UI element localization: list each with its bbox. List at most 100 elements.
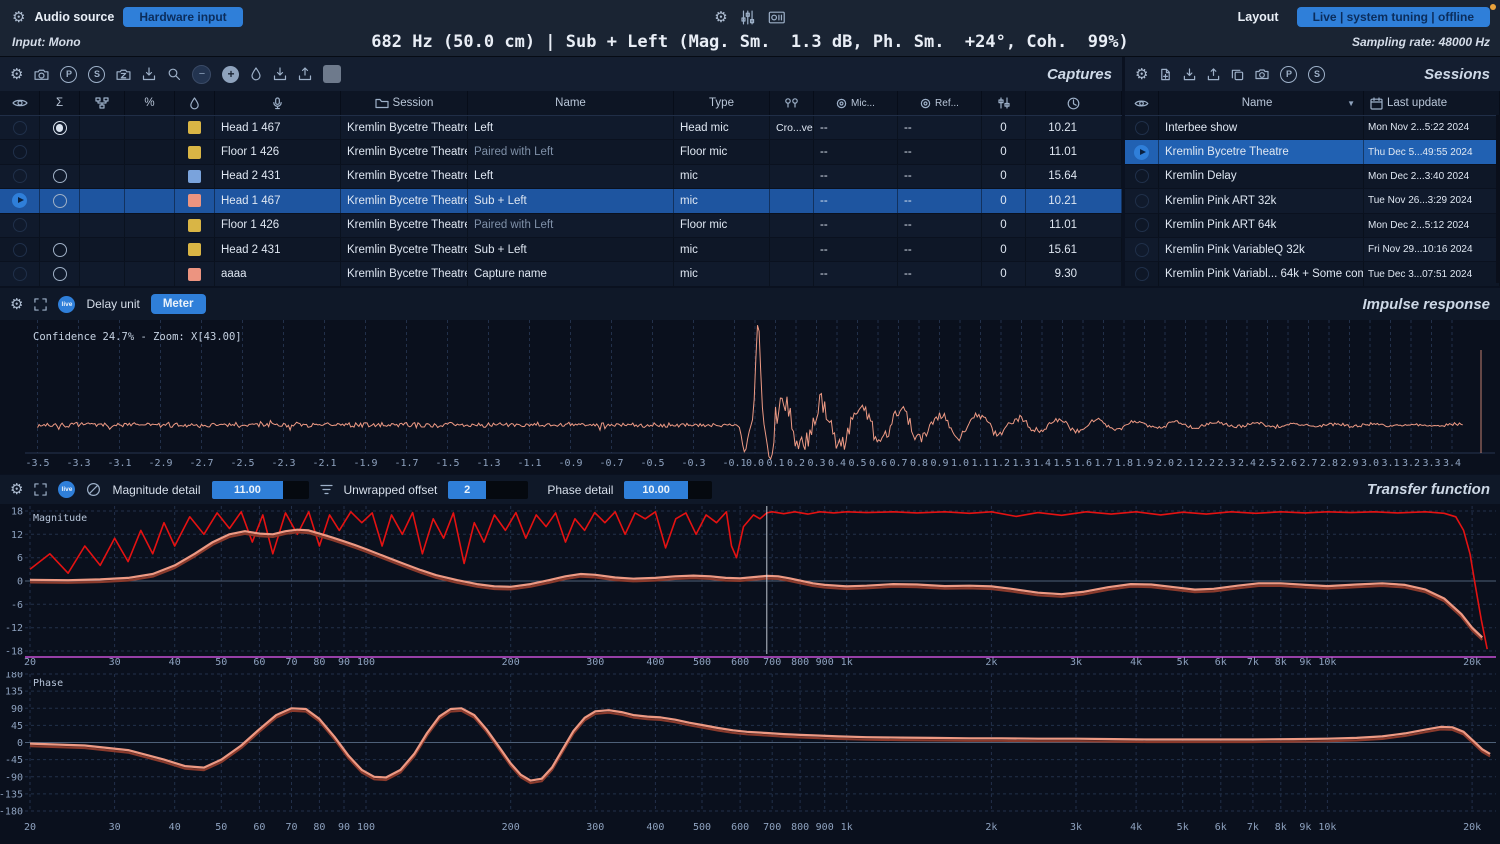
session-row[interactable]: Kremlin Pink Variabl... 64k + Some comme…: [1125, 262, 1500, 286]
col-routing-header[interactable]: [80, 91, 125, 115]
reference-radio[interactable]: [53, 194, 67, 208]
polarity-icon[interactable]: [86, 482, 101, 497]
col-name-header[interactable]: Name: [468, 91, 674, 115]
visibility-toggle[interactable]: [13, 243, 27, 257]
meter-button[interactable]: Meter: [151, 294, 206, 314]
capture-row[interactable]: Floor 1 426Kremlin Bycetre TheatrePaired…: [0, 214, 1122, 238]
export-session-icon[interactable]: [1207, 68, 1220, 81]
capture-row[interactable]: Head 1 467Kremlin Bycetre TheatreSub + L…: [0, 189, 1122, 213]
col-visible-header[interactable]: [0, 91, 40, 115]
export-icon[interactable]: [298, 67, 312, 81]
capture-row[interactable]: Head 1 467Kremlin Bycetre TheatreLeftHea…: [0, 116, 1122, 140]
reference-radio[interactable]: [53, 243, 67, 257]
session-row[interactable]: Kremlin Pink ART 32kTue Nov 26...3:29 20…: [1125, 189, 1500, 213]
capture-color-swatch[interactable]: [188, 170, 201, 183]
settings-gear-icon[interactable]: ⚙: [12, 10, 25, 25]
reference-radio[interactable]: [53, 267, 67, 281]
filter-lines-icon[interactable]: [320, 484, 333, 495]
col-color-header[interactable]: [175, 91, 215, 115]
camera-icon[interactable]: [34, 68, 49, 81]
magnitude-detail-input[interactable]: 11.00: [212, 481, 309, 499]
visibility-toggle[interactable]: [1135, 194, 1149, 208]
add-capture-icon[interactable]: +: [222, 66, 239, 83]
col-gain-header[interactable]: [982, 91, 1026, 115]
col-time-header[interactable]: [1026, 91, 1122, 115]
phase-chart[interactable]: 18013590450-45-90-135-180203040506070809…: [0, 672, 1500, 844]
sessions-settings-icon[interactable]: ⚙: [1135, 67, 1148, 82]
stop-circle-icon[interactable]: S: [1308, 66, 1325, 83]
col-type-header[interactable]: Type: [674, 91, 770, 115]
zoom-icon[interactable]: [167, 67, 181, 81]
stop-circle-icon[interactable]: S: [88, 66, 105, 83]
phase-detail-input[interactable]: 10.00: [624, 481, 712, 499]
save-icon[interactable]: [142, 67, 156, 81]
capture-color-swatch[interactable]: [188, 243, 201, 256]
session-row[interactable]: Interbee showMon Nov 2...5:22 2024: [1125, 116, 1500, 140]
visibility-toggle[interactable]: [1135, 169, 1149, 183]
global-settings-icon[interactable]: ⚙: [714, 10, 727, 25]
col-ref-header[interactable]: Ref...: [898, 91, 982, 115]
visibility-toggle[interactable]: [13, 145, 27, 159]
col-device-header[interactable]: [215, 91, 341, 115]
capture-color-swatch[interactable]: [188, 194, 201, 207]
remove-capture-icon[interactable]: −: [192, 65, 211, 84]
live-toggle[interactable]: live: [58, 296, 75, 313]
session-row[interactable]: Kremlin Pink ART 64kMon Dec 2...5:12 202…: [1125, 214, 1500, 238]
col-sum-header[interactable]: Σ: [40, 91, 80, 115]
impulse-chart[interactable]: -3.5-3.3-3.1-2.9-2.7-2.5-2.3-2.1-1.9-1.7…: [0, 320, 1500, 474]
session-row[interactable]: Kremlin Pink VariableQ 32kFri Nov 29...1…: [1125, 238, 1500, 262]
duplicate-session-icon[interactable]: [1231, 68, 1244, 81]
active-color-swatch[interactable]: [323, 65, 341, 83]
capture-color-swatch[interactable]: [188, 219, 201, 232]
fullscreen-icon[interactable]: [34, 483, 47, 496]
average-capture-icon[interactable]: [116, 68, 131, 81]
capture-row[interactable]: aaaaKremlin Bycetre TheatreCapture namem…: [0, 262, 1122, 286]
visibility-toggle[interactable]: [1135, 218, 1149, 232]
capture-row[interactable]: Head 2 431Kremlin Bycetre TheatreLeftmic…: [0, 165, 1122, 189]
import-icon[interactable]: [273, 67, 287, 81]
col-calibration-header[interactable]: [770, 91, 814, 115]
captures-settings-icon[interactable]: ⚙: [10, 67, 23, 82]
visibility-toggle[interactable]: [13, 218, 27, 232]
reference-radio[interactable]: [53, 121, 67, 135]
io-panel-icon[interactable]: [769, 11, 786, 24]
capture-color-swatch[interactable]: [188, 121, 201, 134]
visibility-toggle[interactable]: [13, 121, 27, 135]
visibility-toggle[interactable]: [13, 267, 27, 281]
mode-button[interactable]: Live | system tuning | offline: [1297, 7, 1490, 27]
levels-sliders-icon[interactable]: [741, 10, 756, 25]
reference-radio[interactable]: [53, 169, 67, 183]
magnitude-chart[interactable]: 181260-6-12-1820304050607080901002003004…: [0, 504, 1500, 672]
pause-circle-icon[interactable]: P: [1280, 66, 1297, 83]
col-mic-header[interactable]: Mic...: [814, 91, 898, 115]
layout-label[interactable]: Layout: [1238, 10, 1279, 24]
play-icon[interactable]: [12, 193, 27, 208]
paint-drop-icon[interactable]: [250, 67, 262, 81]
transfer-settings-icon[interactable]: ⚙: [10, 482, 23, 497]
visibility-toggle[interactable]: [1135, 267, 1149, 281]
col-percent-header[interactable]: %: [125, 91, 175, 115]
camera-icon[interactable]: [1255, 68, 1269, 80]
play-icon[interactable]: [1134, 145, 1149, 160]
capture-color-swatch[interactable]: [188, 268, 201, 281]
col-last-update-header[interactable]: Last update: [1364, 91, 1500, 115]
capture-color-swatch[interactable]: [188, 146, 201, 159]
pause-circle-icon[interactable]: P: [60, 66, 77, 83]
hardware-input-button[interactable]: Hardware input: [123, 7, 242, 27]
impulse-settings-icon[interactable]: ⚙: [10, 297, 23, 312]
visibility-toggle[interactable]: [1135, 121, 1149, 135]
sessions-scrollbar[interactable]: [1496, 115, 1500, 283]
capture-row[interactable]: Floor 1 426Kremlin Bycetre TheatrePaired…: [0, 140, 1122, 164]
col-session-header[interactable]: Session: [341, 91, 468, 115]
col-visible-header[interactable]: [1125, 91, 1159, 115]
visibility-toggle[interactable]: [13, 169, 27, 183]
new-session-icon[interactable]: [1159, 68, 1172, 81]
unwrapped-offset-input[interactable]: 2: [448, 481, 528, 499]
import-session-icon[interactable]: [1183, 68, 1196, 81]
session-row[interactable]: Kremlin DelayMon Dec 2...3:40 2024: [1125, 165, 1500, 189]
session-row[interactable]: Kremlin Bycetre TheatreThu Dec 5...49:55…: [1125, 140, 1500, 164]
live-toggle[interactable]: live: [58, 481, 75, 498]
capture-row[interactable]: Head 2 431Kremlin Bycetre TheatreSub + L…: [0, 238, 1122, 262]
col-session-name-header[interactable]: Name▼: [1159, 91, 1364, 115]
visibility-toggle[interactable]: [1135, 243, 1149, 257]
